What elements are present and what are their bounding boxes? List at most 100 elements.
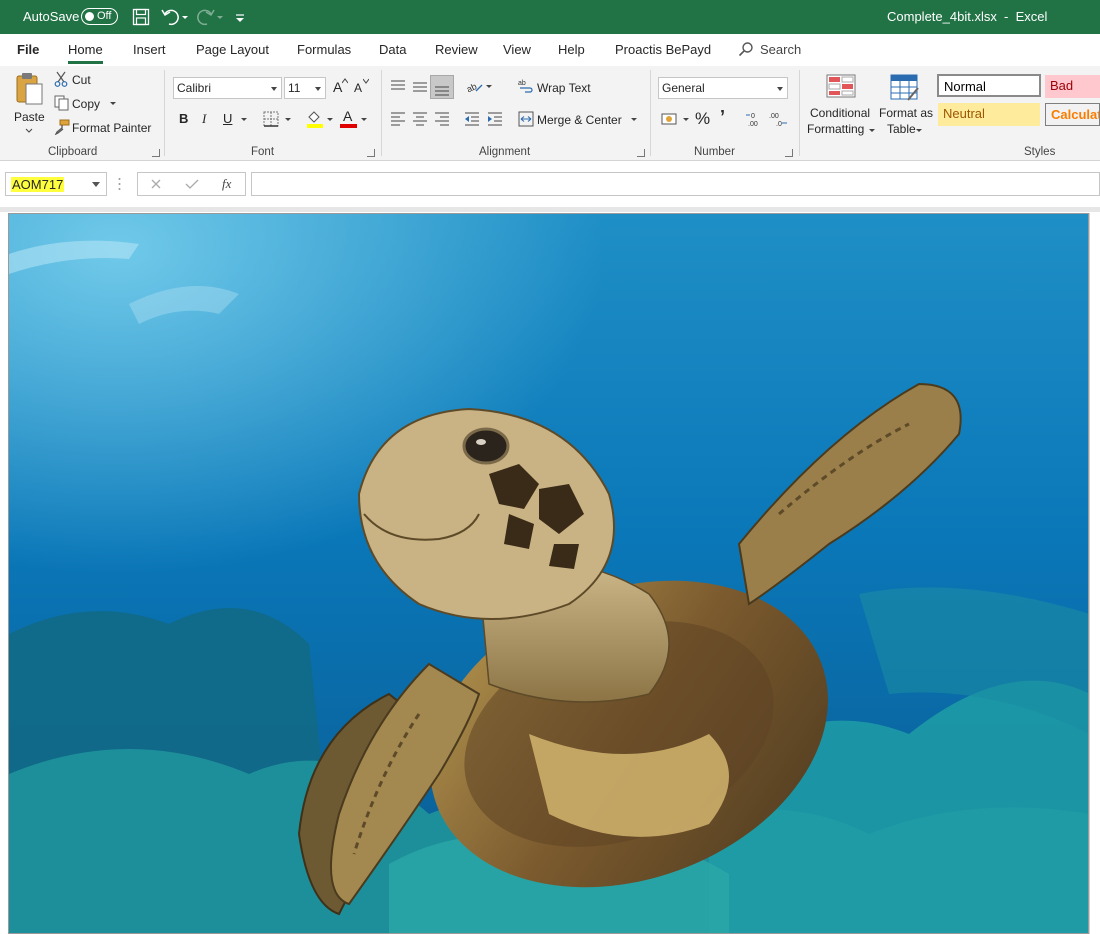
- grow-font-button[interactable]: A: [333, 79, 342, 95]
- bold-button[interactable]: B: [179, 111, 188, 126]
- comma-style-button[interactable]: ’: [720, 107, 725, 128]
- align-bottom-icon: [435, 86, 449, 96]
- align-left-icon[interactable]: [390, 112, 406, 126]
- format-painter-button[interactable]: Format Painter: [54, 118, 154, 136]
- paste-label: Paste: [14, 110, 45, 124]
- copy-button[interactable]: Copy: [54, 94, 120, 112]
- align-right-icon[interactable]: [434, 112, 450, 126]
- enter-check-icon[interactable]: [185, 178, 199, 190]
- svg-text:.00: .00: [748, 121, 758, 127]
- alignment-launcher-icon[interactable]: [637, 149, 645, 157]
- svg-text:.0: .0: [776, 121, 782, 127]
- increase-indent-icon[interactable]: [487, 112, 503, 126]
- font-launcher-icon[interactable]: [367, 149, 375, 157]
- tab-home[interactable]: Home: [68, 42, 103, 64]
- number-launcher-icon[interactable]: [785, 149, 793, 157]
- underline-button[interactable]: U: [223, 111, 232, 126]
- formula-input[interactable]: [251, 172, 1100, 196]
- chevron-down-icon: [92, 182, 100, 187]
- chevron-down-icon: [241, 118, 247, 121]
- tab-proactis[interactable]: Proactis BePayd: [615, 42, 711, 57]
- format-as-table-label-2: Table: [887, 122, 916, 136]
- cut-button[interactable]: Cut: [54, 70, 114, 88]
- tab-data[interactable]: Data: [379, 42, 406, 57]
- font-color-button[interactable]: A: [340, 108, 358, 128]
- style-normal[interactable]: Normal: [937, 74, 1041, 97]
- styles-group-label: Styles: [1024, 146, 1056, 158]
- align-bottom-button[interactable]: [430, 75, 454, 99]
- group-divider: [164, 70, 165, 156]
- clipboard-group-label: Clipboard: [48, 146, 98, 158]
- shrink-font-button[interactable]: A: [354, 81, 362, 95]
- tab-view[interactable]: View: [503, 42, 531, 57]
- decrease-decimal-icon[interactable]: .00 .0: [768, 111, 788, 127]
- caret-down-icon: [363, 78, 369, 84]
- format-as-table-label-1: Format as: [879, 106, 934, 120]
- scissors-icon: [54, 71, 68, 87]
- font-size-combo[interactable]: 11: [284, 77, 326, 99]
- search-box[interactable]: Search: [738, 41, 801, 57]
- conditional-formatting-button[interactable]: Conditional Formatting: [806, 72, 876, 142]
- decrease-indent-icon[interactable]: [464, 112, 480, 126]
- increase-decimal-icon[interactable]: 0 .00: [745, 111, 765, 127]
- number-group-label: Number: [694, 146, 735, 158]
- tab-page-layout[interactable]: Page Layout: [196, 42, 269, 57]
- number-format-combo[interactable]: General: [658, 77, 788, 99]
- wrap-text-button[interactable]: ab Wrap Text: [518, 78, 598, 98]
- chevron-down-icon: [777, 87, 783, 91]
- italic-button[interactable]: I: [202, 111, 206, 127]
- borders-icon[interactable]: [263, 111, 279, 127]
- font-name-value: Calibri: [177, 81, 212, 95]
- redo-icon[interactable]: [196, 7, 226, 27]
- save-icon[interactable]: [132, 7, 150, 27]
- chevron-down-icon: [110, 102, 116, 105]
- conditional-formatting-icon: [826, 74, 856, 98]
- number-format-value: General: [662, 81, 705, 95]
- fill-color-icon[interactable]: [306, 110, 324, 128]
- tab-help[interactable]: Help: [558, 42, 585, 57]
- merge-center-button[interactable]: Merge & Center: [518, 110, 644, 130]
- cut-label: Cut: [72, 73, 91, 87]
- orientation-icon[interactable]: ab: [465, 78, 485, 94]
- percent-style-button[interactable]: %: [695, 109, 710, 129]
- align-middle-icon[interactable]: [412, 80, 428, 94]
- tab-review[interactable]: Review: [435, 42, 478, 57]
- style-bad[interactable]: Bad: [1045, 75, 1100, 98]
- format-as-table-button[interactable]: Format as Table: [877, 72, 935, 142]
- paste-button[interactable]: Paste: [10, 70, 48, 140]
- svg-text:ab: ab: [465, 81, 478, 94]
- autosave-label: AutoSave: [23, 9, 80, 24]
- font-color-swatch: [340, 124, 357, 128]
- insert-function-button[interactable]: fx: [222, 176, 231, 192]
- group-divider: [381, 70, 382, 156]
- wrap-text-label: Wrap Text: [537, 81, 591, 95]
- tab-file[interactable]: File: [17, 42, 39, 57]
- document-title: Complete_4bit.xlsx - Excel: [887, 9, 1048, 24]
- clipboard-launcher-icon[interactable]: [152, 149, 160, 157]
- sheet-top-border: [0, 207, 1100, 212]
- sheet-right-edge: [1089, 213, 1100, 934]
- autosave-toggle[interactable]: Off: [81, 8, 118, 25]
- paintbrush-icon: [54, 119, 70, 135]
- inserted-photo[interactable]: [8, 213, 1089, 934]
- cancel-icon[interactable]: [150, 178, 162, 190]
- style-calculation[interactable]: Calculation: [1045, 103, 1100, 126]
- undo-icon[interactable]: [160, 7, 190, 27]
- style-neutral[interactable]: Neutral: [938, 103, 1040, 126]
- tab-formulas[interactable]: Formulas: [297, 42, 351, 57]
- font-group-label: Font: [251, 146, 275, 158]
- chevron-down-icon: [361, 118, 367, 121]
- font-name-combo[interactable]: Calibri: [173, 77, 282, 99]
- customize-toolbar-icon[interactable]: [234, 7, 246, 27]
- copy-label: Copy: [72, 97, 101, 111]
- accounting-format-icon[interactable]: [661, 111, 681, 127]
- align-center-icon[interactable]: [412, 112, 428, 126]
- align-top-icon[interactable]: [390, 80, 406, 94]
- group-divider: [799, 70, 800, 156]
- svg-text:.00: .00: [769, 113, 779, 120]
- tab-insert[interactable]: Insert: [133, 42, 166, 57]
- worksheet-area[interactable]: [0, 207, 1100, 934]
- formula-bar-grip-icon[interactable]: [118, 177, 121, 191]
- name-box[interactable]: AOM717: [5, 172, 107, 196]
- formula-buttons: fx: [137, 172, 246, 196]
